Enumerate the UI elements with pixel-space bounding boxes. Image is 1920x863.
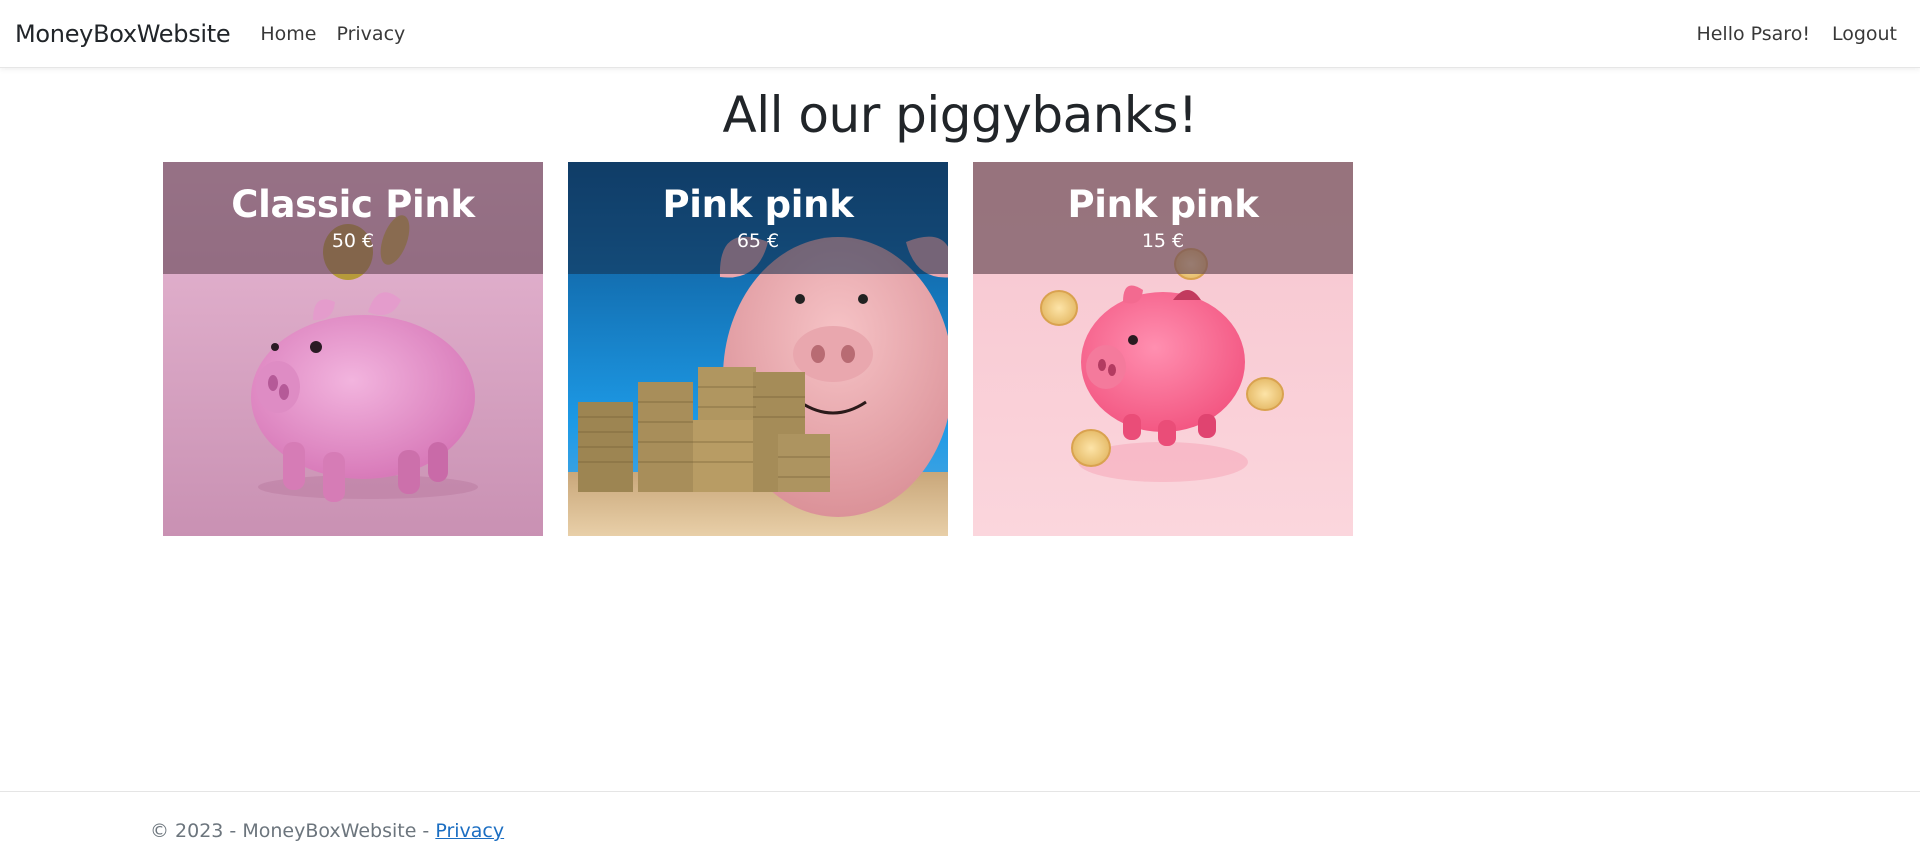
page-title: All our piggybanks! [722, 86, 1198, 144]
card-caption: Classic Pink 50 € [163, 162, 543, 274]
card-title: Pink pink [662, 183, 854, 226]
piggybank-card[interactable]: Pink pink 15 € [973, 162, 1353, 536]
logout-link[interactable]: Logout [1824, 15, 1905, 53]
footer: © 2023 - MoneyBoxWebsite - Privacy [0, 791, 1920, 863]
navbar: MoneyBoxWebsite Home Privacy Hello Psaro… [0, 0, 1920, 68]
card-price: 65 € [736, 230, 780, 252]
footer-text: © 2023 - MoneyBoxWebsite - Privacy [150, 820, 504, 842]
card-caption: Pink pink 65 € [568, 162, 948, 274]
footer-copyright: © 2023 - MoneyBoxWebsite - [150, 820, 436, 842]
footer-privacy-link[interactable]: Privacy [435, 820, 504, 842]
card-price: 15 € [1141, 230, 1185, 252]
piggybank-card-list: Classic Pink 50 € Pink pink 65 € Pink pi… [163, 162, 1378, 536]
nav-home-link[interactable]: Home [252, 15, 324, 53]
nav-links: Home Privacy [252, 15, 417, 53]
brand-link[interactable]: MoneyBoxWebsite [15, 20, 231, 48]
card-title: Pink pink [1067, 183, 1259, 226]
nav-privacy-link[interactable]: Privacy [328, 15, 413, 53]
nav-user-area: Hello Psaro! Logout [1682, 15, 1905, 53]
card-caption: Pink pink 15 € [973, 162, 1353, 274]
card-title: Classic Pink [231, 183, 475, 226]
card-price: 50 € [331, 230, 375, 252]
piggybank-card[interactable]: Classic Pink 50 € [163, 162, 543, 536]
piggybank-card[interactable]: Pink pink 65 € [568, 162, 948, 536]
user-greeting-link[interactable]: Hello Psaro! [1688, 15, 1818, 53]
